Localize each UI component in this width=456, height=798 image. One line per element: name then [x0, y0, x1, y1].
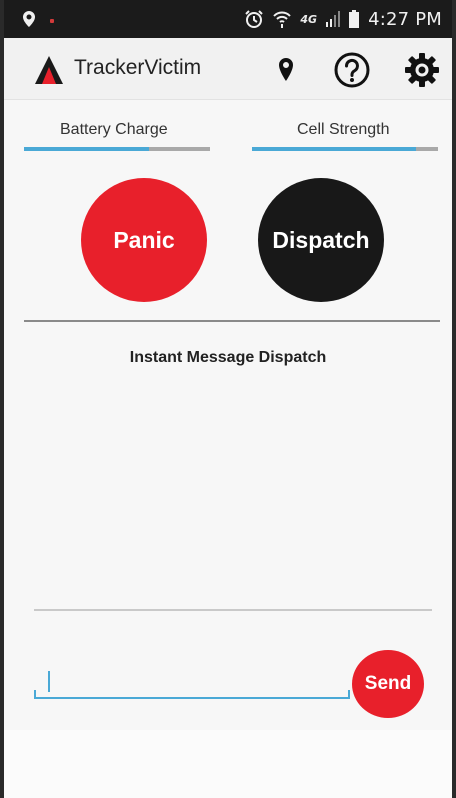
- app-title: TrackerVictim: [74, 56, 202, 79]
- battery-charge-bar: [24, 147, 210, 151]
- status-left: [22, 10, 54, 28]
- panic-button-label: Panic: [113, 226, 175, 253]
- battery-charge-label: Battery Charge: [60, 121, 168, 138]
- network-type: 4G: [300, 12, 318, 26]
- alarm-icon: [245, 10, 264, 28]
- signal-icon: [326, 11, 341, 27]
- notification-dot-icon: [50, 19, 54, 23]
- input-edge-right: [348, 690, 350, 698]
- panic-button[interactable]: Panic: [81, 178, 207, 302]
- location-pin-icon[interactable]: [268, 52, 304, 88]
- cell-strength-bar: [252, 147, 438, 151]
- bottom-area: [4, 730, 452, 798]
- cell-strength-fill: [252, 147, 416, 151]
- battery-icon: [349, 10, 360, 28]
- input-edge-left: [34, 690, 36, 698]
- status-right: 4G 4:27 PM: [244, 8, 442, 30]
- status-time: 4:27 PM: [368, 8, 442, 30]
- help-icon[interactable]: [334, 52, 370, 88]
- message-history-area[interactable]: [34, 370, 432, 608]
- status-bar: 4G 4:27 PM: [4, 0, 452, 38]
- logo-icon: [35, 56, 63, 84]
- battery-charge-fill: [24, 147, 149, 151]
- settings-gear-icon[interactable]: [404, 52, 440, 88]
- phone-screen: 4G 4:27 PM TrackerVictim Battery Charge …: [4, 0, 452, 798]
- section-divider: [24, 320, 440, 322]
- dispatch-button-label: Dispatch: [272, 226, 370, 253]
- text-cursor: [48, 671, 50, 692]
- instant-message-title: Instant Message Dispatch: [129, 349, 327, 366]
- message-input[interactable]: [34, 664, 350, 700]
- message-input-underline: [34, 697, 350, 699]
- wifi-icon: [273, 11, 292, 28]
- location-icon: [23, 11, 35, 27]
- message-area-divider: [34, 609, 432, 611]
- dispatch-button[interactable]: Dispatch: [258, 178, 384, 302]
- send-button[interactable]: Send: [352, 650, 424, 718]
- cell-strength-label: Cell Strength: [297, 121, 390, 138]
- send-button-label: Send: [364, 673, 412, 694]
- app-bar: TrackerVictim: [4, 38, 452, 100]
